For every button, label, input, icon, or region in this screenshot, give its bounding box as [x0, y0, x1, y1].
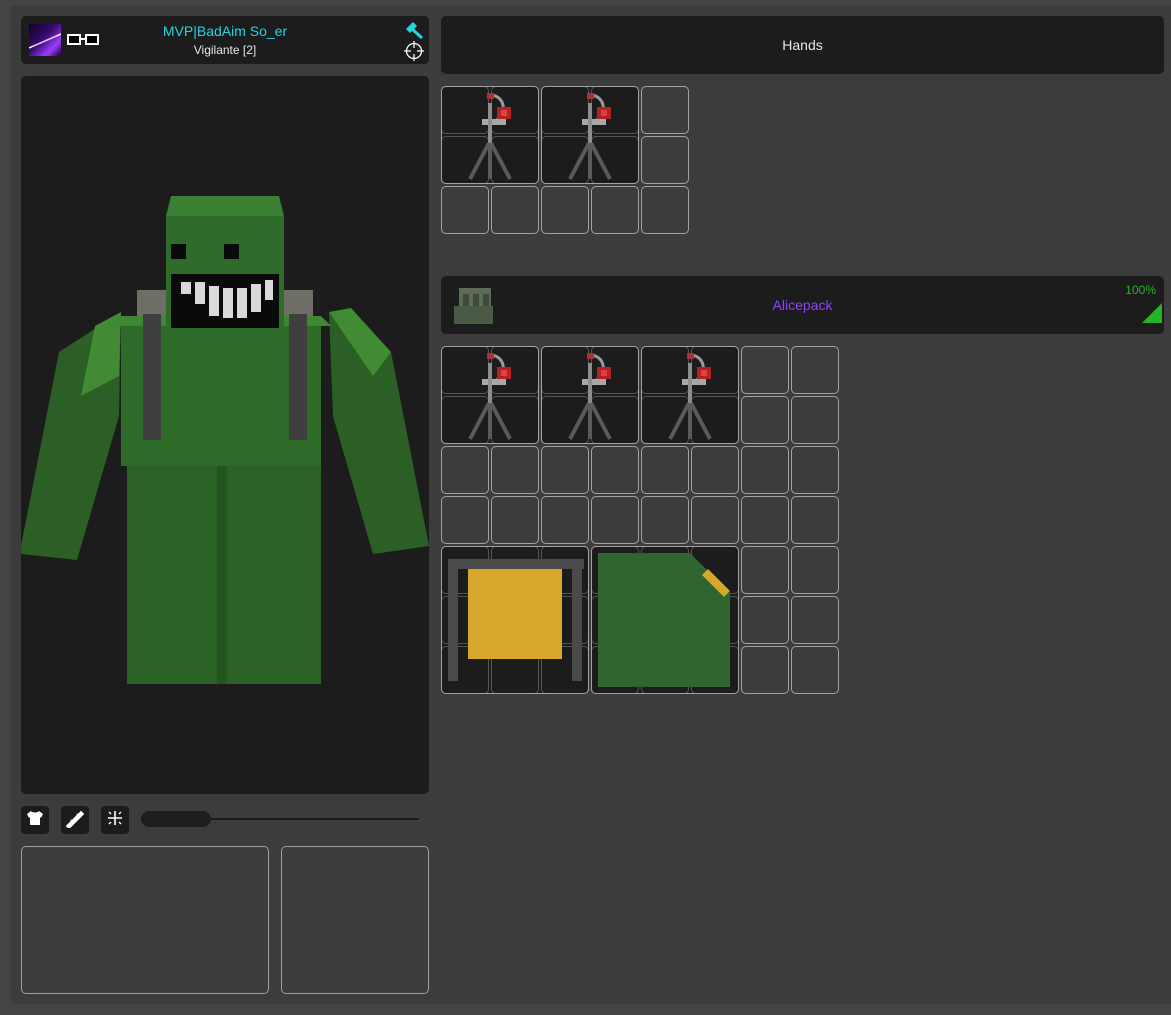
- player-title: Vigilante [2]: [193, 43, 257, 57]
- green-notebook-item[interactable]: [591, 546, 739, 694]
- inventory-cell[interactable]: [591, 186, 639, 234]
- hands-grid: [441, 86, 689, 234]
- clothing-button[interactable]: [21, 806, 49, 834]
- zoom-slider[interactable]: [141, 810, 419, 828]
- player-header: MVP|BadAim So_er Vigilante [2]: [21, 16, 429, 64]
- hands-header: Hands: [441, 16, 1164, 74]
- tripod-turret-icon: [442, 87, 538, 183]
- inventory-cell[interactable]: [641, 136, 689, 184]
- tripod-turret-icon: [542, 87, 638, 183]
- tripod-turret-item[interactable]: [641, 346, 739, 444]
- tripod-turret-icon: [642, 347, 738, 443]
- inventory-cell[interactable]: [791, 396, 839, 444]
- inventory-cell[interactable]: [591, 496, 639, 544]
- inventory-cell[interactable]: [491, 186, 539, 234]
- inventory-cell[interactable]: [491, 446, 539, 494]
- yellow-crate-icon: [442, 547, 588, 693]
- green-notebook-icon: [592, 547, 738, 693]
- yellow-crate-item[interactable]: [441, 546, 589, 694]
- inventory-cell[interactable]: [741, 346, 789, 394]
- inventory-cell[interactable]: [541, 186, 589, 234]
- inventory-cell[interactable]: [691, 496, 739, 544]
- hands-title: Hands: [782, 37, 823, 53]
- player-name: MVP|BadAim So_er: [162, 23, 288, 39]
- backpack-name: Alicepack: [772, 297, 833, 313]
- clothing-icon: [25, 810, 45, 831]
- weapon-icon: [65, 808, 85, 833]
- inventory-cell[interactable]: [791, 646, 839, 694]
- inventory-cell[interactable]: [791, 546, 839, 594]
- tripod-turret-icon: [542, 347, 638, 443]
- inventory-cell[interactable]: [641, 86, 689, 134]
- character-viewport[interactable]: [21, 76, 429, 794]
- sparkle-icon: [105, 808, 125, 833]
- tripod-turret-icon: [442, 347, 538, 443]
- inventory-cell[interactable]: [691, 446, 739, 494]
- primary-equipment-slot[interactable]: [21, 846, 269, 994]
- backpack-quality: 100%: [1125, 283, 1156, 297]
- inventory-cell[interactable]: [741, 446, 789, 494]
- inventory-cell[interactable]: [791, 596, 839, 644]
- inventory-cell[interactable]: [441, 446, 489, 494]
- tripod-turret-item[interactable]: [441, 346, 539, 444]
- backpack-header: Alicepack 100%: [441, 276, 1164, 334]
- inventory-cell[interactable]: [441, 496, 489, 544]
- inventory-cell[interactable]: [641, 496, 689, 544]
- inventory-cell[interactable]: [641, 446, 689, 494]
- inventory-cell[interactable]: [541, 446, 589, 494]
- quality-triangle-icon: [1142, 303, 1162, 328]
- tripod-turret-item[interactable]: [441, 86, 539, 184]
- inventory-cell[interactable]: [791, 496, 839, 544]
- zoom-slider-handle[interactable]: [141, 811, 211, 827]
- inventory-cell[interactable]: [741, 396, 789, 444]
- character-model: [21, 196, 429, 684]
- inventory-cell[interactable]: [741, 546, 789, 594]
- effects-button[interactable]: [101, 806, 129, 834]
- inventory-cell[interactable]: [641, 186, 689, 234]
- weapons-button[interactable]: [61, 806, 89, 834]
- secondary-equipment-slot[interactable]: [281, 846, 429, 994]
- inventory-cell[interactable]: [791, 346, 839, 394]
- inventory-cell[interactable]: [791, 446, 839, 494]
- crosshair-icon: [404, 41, 424, 66]
- backpack-grid: [441, 346, 839, 694]
- inventory-cell[interactable]: [741, 496, 789, 544]
- inventory-cell[interactable]: [741, 596, 789, 644]
- tripod-turret-item[interactable]: [541, 86, 639, 184]
- inventory-cell[interactable]: [441, 186, 489, 234]
- inventory-cell[interactable]: [741, 646, 789, 694]
- inventory-cell[interactable]: [591, 446, 639, 494]
- inventory-cell[interactable]: [491, 496, 539, 544]
- inventory-cell[interactable]: [541, 496, 589, 544]
- tripod-turret-item[interactable]: [541, 346, 639, 444]
